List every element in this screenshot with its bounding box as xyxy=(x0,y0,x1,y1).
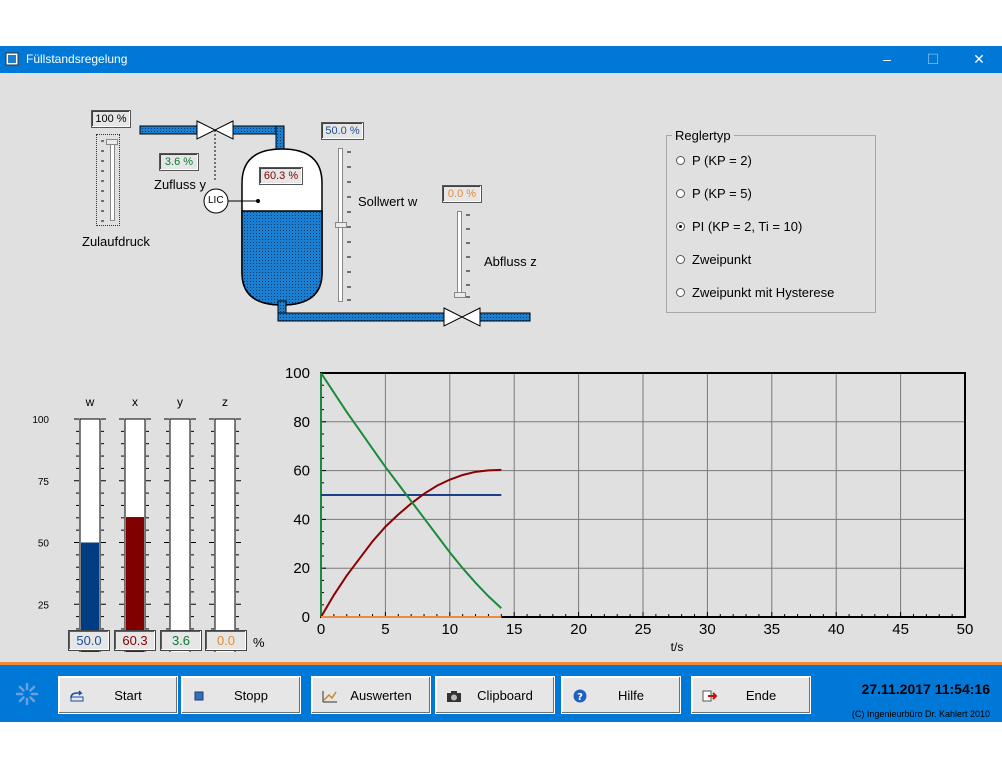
reglertyp-option-label: Zweipunkt mit Hysterese xyxy=(692,285,835,300)
chart-x-tick-label: 30 xyxy=(699,621,716,638)
reglertyp-option-label: PI (KP = 2, Ti = 10) xyxy=(692,219,803,234)
chart-x-axis-label: t/s xyxy=(671,640,684,654)
abfluss-track xyxy=(457,211,462,297)
sollwert-value: 50.0 % xyxy=(321,122,364,140)
bar-label-x: x xyxy=(132,395,138,409)
ende-label: Ende xyxy=(745,688,777,703)
sollwert-thumb[interactable] xyxy=(335,222,347,228)
chart-x-tick-label: 15 xyxy=(506,621,523,638)
close-button[interactable]: ✕ xyxy=(956,46,1002,73)
clipboard-button[interactable]: Clipboard xyxy=(435,676,555,714)
start-button[interactable]: Start xyxy=(58,676,178,714)
reglertyp-option-4[interactable]: Zweipunkt mit Hysterese xyxy=(676,285,834,300)
reglertyp-option-2[interactable]: PI (KP = 2, Ti = 10) xyxy=(676,219,802,234)
stopp-button[interactable]: Stopp xyxy=(181,676,301,714)
clock-display: 27.11.2017 11:54:16 xyxy=(861,681,990,697)
chart-x-tick-label: 0 xyxy=(317,621,325,638)
reglertyp-title: Reglertyp xyxy=(672,128,734,143)
reglertyp-option-label: P (KP = 2) xyxy=(692,153,752,168)
chart-x-tick-label: 10 xyxy=(441,621,458,638)
zulaufdruck-label: Zulaufdruck xyxy=(82,234,150,249)
chart-y-tick-label: 100 xyxy=(285,365,310,382)
bar-value-z: 0.0 xyxy=(205,630,247,651)
ende-button[interactable]: Ende xyxy=(691,676,811,714)
main-window: Füllstandsregelung – ☐ ✕ LIC 100 % Zulau… xyxy=(0,46,1002,722)
reglertyp-option-label: P (KP = 5) xyxy=(692,186,752,201)
sollwert-label: Sollwert w xyxy=(358,194,418,209)
outflow-valve-icon xyxy=(443,307,481,327)
sollwert-slider[interactable] xyxy=(333,146,355,304)
bars-unit: % xyxy=(253,635,265,650)
bar-label-y: y xyxy=(177,395,183,409)
zulaufdruck-thumb[interactable] xyxy=(106,139,118,145)
bar-axis-tick-label: 50 xyxy=(38,539,50,550)
abfluss-slider[interactable] xyxy=(452,209,474,301)
chart-x-tick-label: 20 xyxy=(570,621,587,638)
stopp-label: Stopp xyxy=(234,688,268,703)
chart-x-tick-label: 50 xyxy=(957,621,974,638)
clipboard-label: Clipboard xyxy=(477,688,533,703)
chart-y-tick-label: 80 xyxy=(293,414,310,431)
reglertyp-option-1[interactable]: P (KP = 5) xyxy=(676,186,752,201)
chart-y-tick-label: 60 xyxy=(293,463,310,480)
reglertyp-option-3[interactable]: Zweipunkt xyxy=(676,252,751,267)
trend-chart: 0 5 10 15 20 25 30 35 40 45 50 0 20 40 60 80 100 t/s xyxy=(285,365,974,654)
start-label: Start xyxy=(114,688,142,703)
bar-label-z: z xyxy=(222,395,228,409)
hilfe-button[interactable]: ? Hilfe xyxy=(561,676,681,714)
bar-label-w: w xyxy=(85,395,95,409)
abfluss-thumb[interactable] xyxy=(454,292,466,298)
radio-button[interactable] xyxy=(676,156,685,165)
chart-y-tick-label: 40 xyxy=(293,511,310,528)
bar-value-y: 3.6 xyxy=(160,630,202,651)
bar-axis-tick-label: 25 xyxy=(38,600,50,611)
window-title: Füllstandsregelung xyxy=(26,52,128,66)
bar-frame-y xyxy=(169,418,191,652)
zufluss-label: Zufluss y xyxy=(154,177,207,192)
auswerten-button[interactable]: Auswerten xyxy=(311,676,431,714)
radio-button[interactable] xyxy=(676,255,685,264)
radio-button[interactable] xyxy=(676,189,685,198)
bar-frame-z xyxy=(214,418,236,652)
busy-spinner-icon xyxy=(15,682,39,706)
chart-y-tick-label: 20 xyxy=(293,560,310,577)
bar-value-x: 60.3 xyxy=(114,630,156,651)
auswerten-label: Auswerten xyxy=(350,688,412,703)
outflow-pipe xyxy=(277,312,445,322)
minimize-button[interactable]: – xyxy=(864,46,910,73)
chart-x-tick-label: 45 xyxy=(892,621,909,638)
tank-level-value: 60.3 % xyxy=(259,167,303,185)
lic-label: LIC xyxy=(208,195,224,206)
zulaufdruck-slider[interactable] xyxy=(96,134,120,226)
bar-axis-tick-label: 100 xyxy=(32,415,49,426)
radio-button[interactable] xyxy=(676,222,685,231)
chart-y-tick-label: 0 xyxy=(302,609,310,626)
copyright-text: (C) Ingenieurbüro Dr. Kahlert 2010 xyxy=(851,709,990,719)
maximize-button[interactable]: ☐ xyxy=(910,46,956,73)
radio-button[interactable] xyxy=(676,288,685,297)
reglertyp-option-label: Zweipunkt xyxy=(692,252,752,267)
zulaufdruck-track xyxy=(110,139,115,221)
bar-value-w: 50.0 xyxy=(68,630,110,651)
bar-axis-tick-label: 75 xyxy=(38,477,50,488)
abfluss-value: 0.0 % xyxy=(442,185,482,203)
zulaufdruck-value: 100 % xyxy=(91,110,131,128)
level-bars: 1007550250wxyz xyxy=(32,395,241,652)
chart-x-tick-label: 35 xyxy=(763,621,780,638)
reglertyp-option-0[interactable]: P (KP = 2) xyxy=(676,153,752,168)
zufluss-value: 3.6 % xyxy=(159,153,199,171)
chart-x-tick-label: 25 xyxy=(635,621,652,638)
hilfe-label: Hilfe xyxy=(617,688,644,703)
outflow-pipe-2 xyxy=(479,312,531,322)
abfluss-label: Abfluss z xyxy=(484,254,537,269)
bottom-toolbar: Start Stopp Auswerten Clipboard ? Hilfe … xyxy=(0,662,1002,722)
inflow-pipe xyxy=(139,125,203,135)
chart-x-tick-label: 40 xyxy=(828,621,845,638)
chart-x-tick-label: 5 xyxy=(381,621,389,638)
title-bar[interactable]: Füllstandsregelung – ☐ ✕ xyxy=(0,46,1002,73)
app-icon xyxy=(5,52,19,66)
